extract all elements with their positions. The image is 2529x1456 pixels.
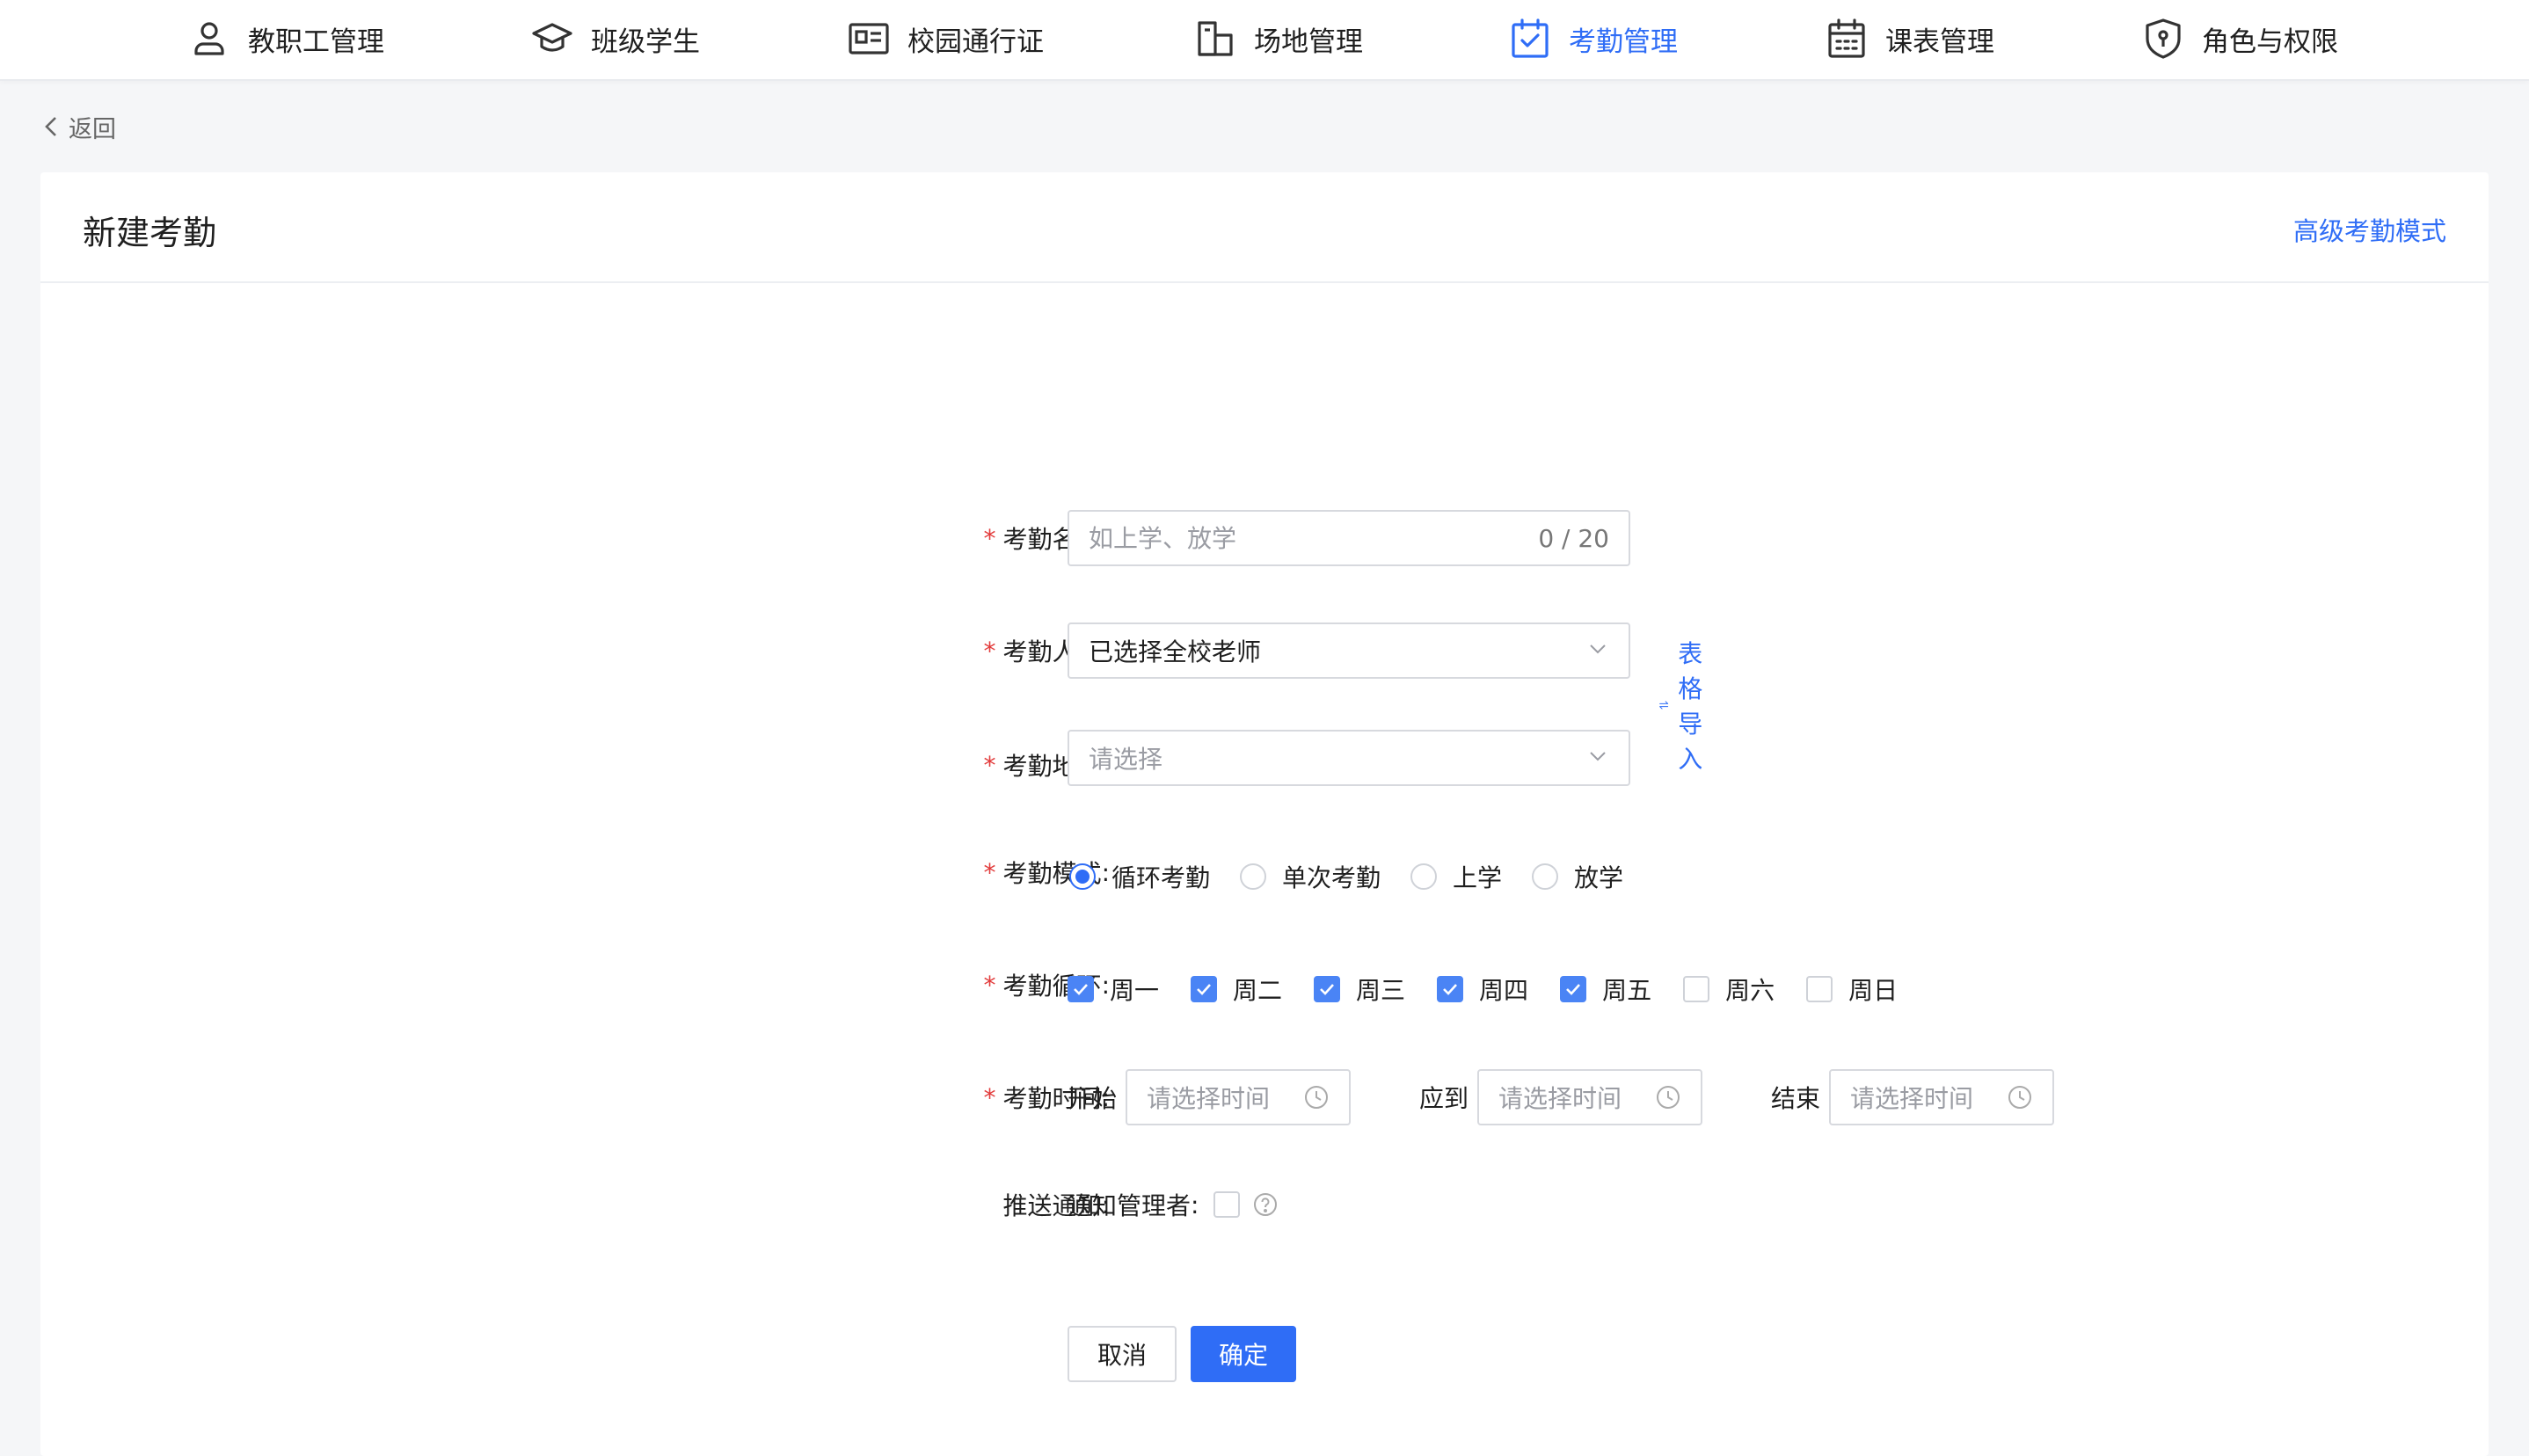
- swap-icon: [1659, 701, 1669, 710]
- nav-item-label: 校园通行证: [907, 25, 1044, 58]
- location-select-placeholder: 请选择: [1089, 745, 1163, 774]
- nav-item-label: 班级学生: [591, 25, 700, 58]
- nav-item-campus-pass[interactable]: 校园通行证: [848, 12, 1044, 65]
- notify-managers-label: 通知管理者:: [1068, 1190, 1199, 1221]
- time-start-label: 开始: [1068, 1084, 1118, 1113]
- clock-icon: [1305, 1086, 1328, 1109]
- import-link-label: 表格导入: [1678, 639, 1703, 774]
- notify-managers-checkbox[interactable]: [1213, 1191, 1240, 1218]
- graduation-cap-icon: [532, 23, 572, 52]
- clock-icon: [2008, 1086, 2031, 1109]
- nav-item-staff[interactable]: 教职工管理: [188, 12, 384, 65]
- form-card: 新建考勤 高级考勤模式 *考勤名称: 0 / 20 *考勤人员: 已选择全校老师…: [40, 172, 2489, 1456]
- calendar-check-icon: [1512, 18, 1549, 58]
- mode-radio-single[interactable]: 单次考勤: [1240, 859, 1381, 894]
- shield-icon: [2146, 18, 2181, 59]
- nav-item-label: 场地管理: [1254, 25, 1363, 58]
- nav-item-attendance[interactable]: 考勤管理: [1509, 12, 1678, 65]
- attendance-name-input[interactable]: [1089, 523, 1539, 553]
- back-label: 返回: [69, 115, 116, 143]
- card-header: 新建考勤 高级考勤模式: [40, 172, 2489, 283]
- table-import-link[interactable]: 表格导入: [1658, 635, 1718, 775]
- time-end-label: 结束: [1771, 1084, 1821, 1113]
- page-title: 新建考勤: [83, 214, 217, 252]
- end-time-picker[interactable]: 请选择时间: [1829, 1069, 2054, 1125]
- weekday-checkbox-sat[interactable]: 周六: [1683, 972, 1775, 1007]
- nav-item-roles[interactable]: 角色与权限: [2142, 12, 2338, 65]
- location-select[interactable]: 请选择: [1068, 730, 1630, 786]
- advanced-mode-link[interactable]: 高级考勤模式: [2293, 211, 2446, 248]
- due-time-picker[interactable]: 请选择时间: [1477, 1069, 1702, 1125]
- chevron-left-icon: [45, 117, 56, 136]
- nav-item-label: 教职工管理: [248, 25, 384, 58]
- mode-radio-dismissal[interactable]: 放学: [1532, 859, 1623, 894]
- chevron-down-icon: [1586, 745, 1609, 771]
- back-link[interactable]: 返回: [40, 109, 116, 144]
- weekday-checkbox-wed[interactable]: 周三: [1314, 972, 1405, 1007]
- nav-item-venues[interactable]: 场地管理: [1194, 12, 1363, 65]
- chevron-down-icon: [1586, 637, 1609, 664]
- weekday-checkbox-mon[interactable]: 周一: [1068, 972, 1159, 1007]
- start-time-picker[interactable]: 请选择时间: [1126, 1069, 1351, 1125]
- user-icon: [194, 22, 224, 55]
- top-navigation: 教职工管理 班级学生 校园通行证 场地管理 考勤管理 课表管理 角色与权限: [0, 0, 2529, 81]
- people-select[interactable]: 已选择全校老师: [1068, 622, 1630, 679]
- nav-item-timetable[interactable]: 课表管理: [1826, 12, 1994, 65]
- people-select-value: 已选择全校老师: [1089, 637, 1262, 666]
- weekday-checkbox-thu[interactable]: 周四: [1437, 972, 1528, 1007]
- mode-radio-group: 循环考勤 单次考勤 上学 放学: [1069, 859, 1653, 894]
- confirm-button[interactable]: 确定: [1191, 1326, 1296, 1382]
- mode-radio-recurring[interactable]: 循环考勤: [1069, 859, 1210, 894]
- help-icon[interactable]: [1252, 1191, 1279, 1221]
- name-input-wrapper: 0 / 20: [1068, 510, 1630, 566]
- building-icon: [1198, 21, 1233, 56]
- nav-item-label: 课表管理: [1885, 25, 1994, 58]
- nav-item-label: 考勤管理: [1569, 25, 1678, 58]
- clock-icon: [1657, 1086, 1680, 1109]
- mode-radio-arrival[interactable]: 上学: [1410, 859, 1502, 894]
- weekday-checkbox-tue[interactable]: 周二: [1191, 972, 1282, 1007]
- weekday-checkbox-sun[interactable]: 周日: [1806, 972, 1898, 1007]
- nav-item-label: 角色与权限: [2202, 25, 2338, 58]
- weekday-checkbox-fri[interactable]: 周五: [1560, 972, 1651, 1007]
- calendar-icon: [1828, 18, 1865, 58]
- id-card-icon: [849, 23, 889, 55]
- time-due-label: 应到: [1419, 1084, 1469, 1113]
- nav-item-classes[interactable]: 班级学生: [531, 12, 700, 65]
- weekday-checkbox-group: 周一 周二 周三 周四 周五 周六 周日: [1068, 972, 1929, 1007]
- char-counter: 0 / 20: [1538, 523, 1609, 553]
- cancel-button[interactable]: 取消: [1068, 1326, 1177, 1382]
